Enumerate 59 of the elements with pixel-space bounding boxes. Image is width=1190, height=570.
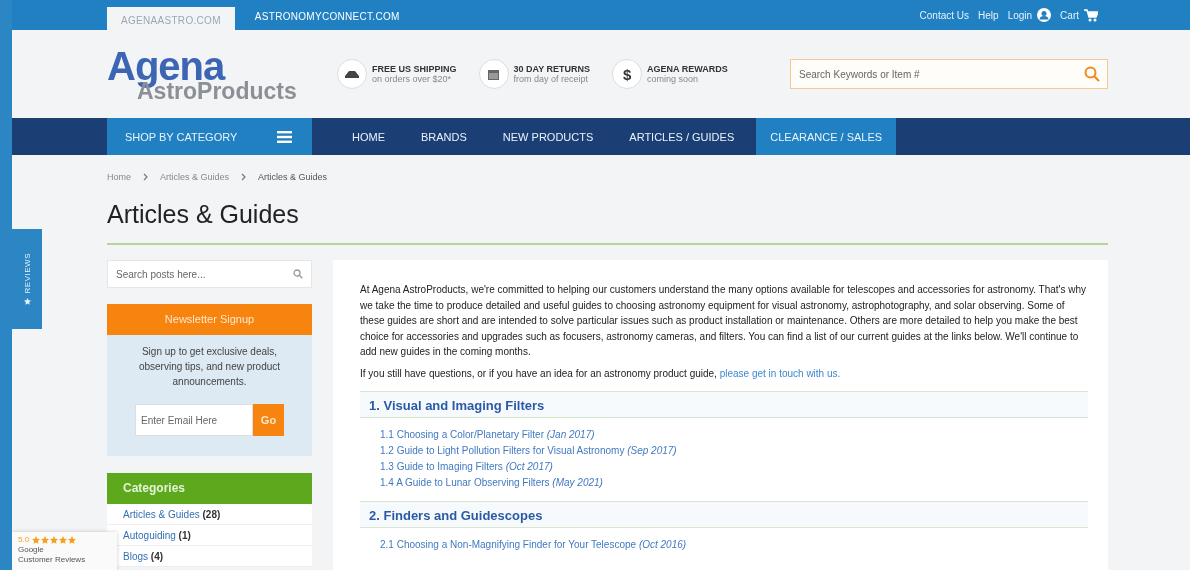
reviews-tab[interactable]: REVIEWS (12, 229, 42, 329)
section-heading: 2. Finders and Guidescopes (360, 501, 1088, 528)
search-icon[interactable] (1084, 66, 1100, 82)
contact-link[interactable]: please get in touch with us. (719, 367, 841, 379)
utility-link[interactable]: Login (1007, 9, 1033, 21)
feature-note: on orders over $20* (372, 74, 453, 84)
shop-by-category-button[interactable]: SHOP BY CATEGORY (107, 118, 312, 155)
nav-item[interactable]: CLEARANCE / SALES (756, 118, 897, 155)
nav-item[interactable]: NEW PRODUCTS (488, 118, 608, 155)
category-link[interactable]: Articles & Guides (123, 509, 200, 520)
feature-note: from day of receipt (513, 74, 590, 84)
email-field[interactable]: Enter Email Here (135, 404, 253, 436)
badge-label: Customer Reviews (18, 555, 87, 565)
intro-paragraph: At Agena AstroProducts, we're committed to helping our customers understand the many options available for telescopes and accessories for astronomy. That's why we take the time to produce detailed and useful guides to choosing astronomy equipment for visual astronomy, astrophotography, and solar observing. Some of these guides are short and are intended to solve particular issues such as product installation or maintenance. Others are more detailed to help you make the best choice for accessories and upgrades such as focusers, astronomy cameras, and filters. You can find a list of our current guides at the links below. We'll continue to add new guides in the coming months. (360, 283, 1088, 359)
guide-link[interactable]: 1.1 Choosing a Color/Planetary Filter (Jan 2017) (380, 427, 1088, 443)
categories-heading: Categories (107, 473, 312, 504)
utility-link[interactable]: Cart (1060, 9, 1079, 21)
page-title: Articles & Guides (107, 199, 300, 229)
feature-note: coming soon (647, 74, 700, 84)
category-count: (28) (202, 509, 221, 520)
search-field[interactable]: Search posts here... (107, 260, 312, 288)
badge-label: Google (18, 545, 45, 555)
contact-paragraph: If you still have questions, or if you have an idea for an astronomy product guide, please get in touch with us. (360, 366, 842, 381)
category-count: (4) (150, 551, 164, 562)
guide-link[interactable]: 2.1 Choosing a Non-Magnifying Finder for Your Telescope (Oct 2016) (380, 537, 1088, 553)
guide-link[interactable]: 1.2 Guide to Light Pollution Filters for Visual Astronomy (Sep 2017) (380, 443, 1088, 459)
guide-link[interactable]: 1.4 A Guide to Lunar Observing Filters (May 2021) (380, 475, 1088, 491)
category-link[interactable]: Autoguiding (123, 530, 176, 541)
search-field[interactable]: Search Keywords or Item # (790, 59, 1108, 89)
utility-link[interactable]: Contact Us (919, 9, 970, 21)
nav-item[interactable]: BRANDS (407, 118, 481, 155)
rating-value: 5.0 (18, 535, 30, 545)
domain-tab[interactable]: ASTRONOMYCONNECT.COM (240, 7, 414, 26)
newsletter-text: Sign up to get exclusive deals, observing tips, and new product announcements. (137, 345, 282, 389)
newsletter-heading: Newsletter Signup (107, 304, 312, 335)
dollar-icon: $ (612, 59, 643, 89)
chevron-icon (241, 173, 247, 181)
category-link[interactable]: Blogs (123, 551, 148, 562)
category-count: (1) (178, 530, 191, 541)
feature-title: 30 DAY RETURNS (513, 64, 591, 74)
google-reviews-badge[interactable]: 5.0 Google Customer Reviews (12, 532, 117, 570)
calendar-icon (478, 59, 509, 89)
feature-title: AGENA REWARDS (647, 64, 728, 74)
user-icon[interactable] (1037, 8, 1052, 22)
chevron-icon (143, 173, 148, 181)
breadcrumb-link[interactable]: Articles & Guides (160, 172, 230, 182)
section-heading: 1. Visual and Imaging Filters (360, 391, 1088, 418)
utility-link[interactable]: Help (978, 9, 999, 21)
search-icon[interactable] (293, 269, 303, 279)
guide-link[interactable]: 1.3 Guide to Imaging Filters (Oct 2017) (380, 459, 1088, 475)
menu-icon[interactable] (277, 130, 292, 143)
cart-icon[interactable] (1084, 8, 1098, 22)
star-icon (23, 297, 31, 305)
nav-item[interactable]: HOME (338, 118, 399, 155)
breadcrumb-link[interactable]: Home (107, 172, 131, 182)
nav-item[interactable]: ARTICLES / GUIDES (615, 118, 749, 155)
feature-title: FREE US SHIPPING (372, 64, 457, 74)
breadcrumb-link[interactable]: Articles & Guides (258, 172, 328, 182)
store-logo[interactable]: Agena AstroProducts (107, 45, 337, 103)
